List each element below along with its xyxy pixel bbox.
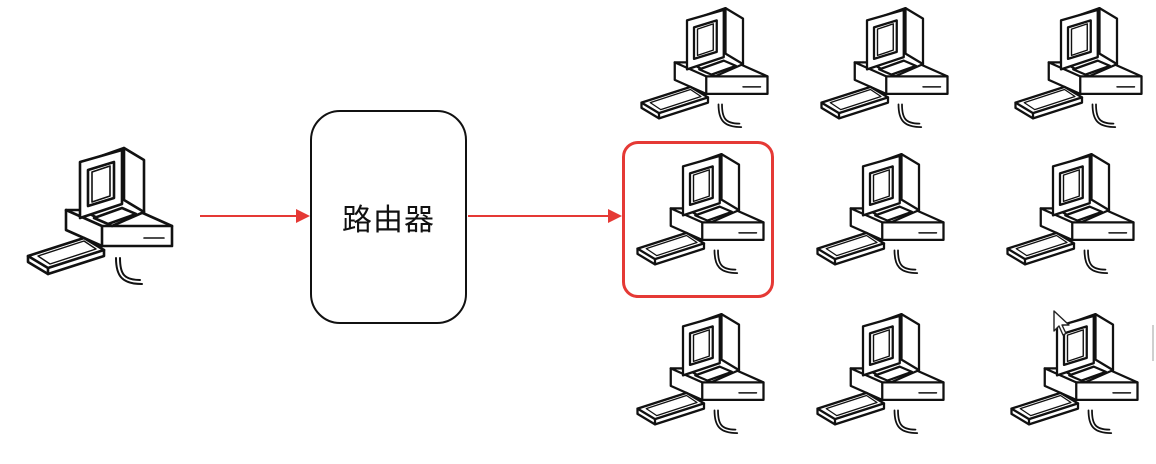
- desktop-computer-icon: [640, 6, 769, 129]
- desktop-computer-icon: [820, 6, 949, 129]
- target-computer-r2-c2: [814, 152, 954, 284]
- arrow-head: [296, 209, 310, 223]
- desktop-computer-icon: [816, 152, 945, 275]
- target-computer-r2-c1: [634, 152, 774, 284]
- target-computer-r1-c3: [1012, 6, 1152, 138]
- arrow-router-to-target: [468, 209, 622, 223]
- desktop-computer-icon: [636, 152, 765, 275]
- target-computer-r1-c1: [638, 6, 778, 138]
- target-computer-r3-c1: [634, 312, 774, 444]
- target-computer-r3-c3: [1008, 312, 1148, 444]
- target-computer-r2-c3: [1004, 152, 1144, 284]
- target-computer-r3-c2: [814, 312, 954, 444]
- desktop-computer-icon: [1006, 152, 1135, 275]
- edge-divider: [1152, 325, 1154, 361]
- network-diagram: 路由器: [0, 0, 1156, 464]
- source-computer-icon: [24, 146, 184, 296]
- router-box: 路由器: [310, 110, 467, 324]
- arrow-line: [200, 215, 298, 217]
- arrow-line: [468, 215, 610, 217]
- desktop-computer-icon: [636, 312, 765, 435]
- arrow-head: [608, 209, 622, 223]
- arrow-source-to-router: [200, 209, 310, 223]
- desktop-computer-icon: [1010, 312, 1139, 435]
- desktop-computer-icon: [816, 312, 945, 435]
- mouse-cursor-icon: [1052, 309, 1072, 341]
- desktop-computer-icon: [26, 146, 174, 286]
- router-label: 路由器: [342, 203, 435, 238]
- target-computer-r1-c2: [818, 6, 958, 138]
- desktop-computer-icon: [1014, 6, 1143, 129]
